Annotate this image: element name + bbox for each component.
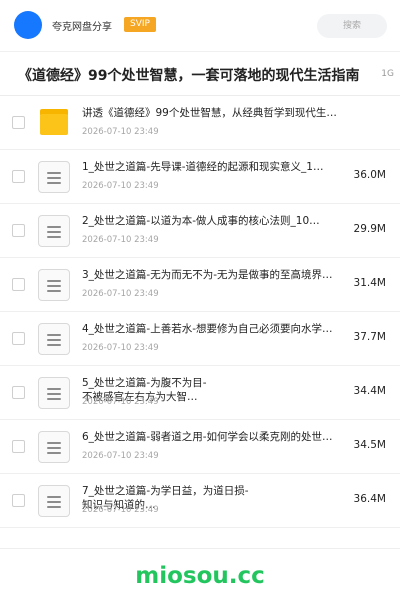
select-checkbox[interactable] <box>12 278 25 291</box>
file-date: 2026-07-10 23:49 <box>82 505 159 515</box>
document-icon <box>38 485 70 517</box>
file-size: 34.5M <box>353 439 386 451</box>
file-date: 2026-07-10 23:49 <box>82 235 159 245</box>
select-checkbox[interactable] <box>12 386 25 399</box>
watermark-text: miosou.cc <box>135 563 265 589</box>
file-row[interactable]: 7_处世之道篇-为学日益，为道日损- 知识与知道的… 2026-07-10 23:4… <box>0 474 400 528</box>
select-checkbox[interactable] <box>12 116 25 129</box>
file-row[interactable]: 3_处世之道篇-无为而无不为-无为是做事的至高境界… 2026-07-10 23:… <box>0 258 400 312</box>
select-checkbox[interactable] <box>12 224 25 237</box>
file-date: 2026-07-10 23:49 <box>82 397 159 407</box>
file-size: 37.7M <box>353 331 386 343</box>
file-name[interactable]: 4_处世之道篇-上善若水-想要修为自己必须要向水学… <box>82 322 344 336</box>
file-date: 2026-07-10 23:49 <box>82 181 159 191</box>
file-size: 36.0M <box>353 169 386 181</box>
file-name[interactable]: 1_处世之道篇-先导课-道德经的起源和现实意义_1… <box>82 160 344 174</box>
file-row[interactable]: 4_处世之道篇-上善若水-想要修为自己必须要向水学… 2026-07-10 23:… <box>0 312 400 366</box>
file-date: 2026-07-10 23:49 <box>82 343 159 353</box>
document-icon <box>38 377 70 409</box>
select-checkbox[interactable] <box>12 332 25 345</box>
file-size: 34.4M <box>353 385 386 397</box>
file-row[interactable]: 讲透《道德经》99个处世智慧，从经典哲学到现代生活… 2026-07-10 23:… <box>0 96 400 150</box>
file-list: 讲透《道德经》99个处世智慧，从经典哲学到现代生活… 2026-07-10 23:… <box>0 96 400 528</box>
file-name[interactable]: 2_处世之道篇-以道为本-做人成事的核心法则_10… <box>82 214 344 228</box>
page-title: 《道德经》99个处世智慧，一套可落地的现代生活指南 <box>18 68 360 84</box>
file-size: 31.4M <box>353 277 386 289</box>
folder-icon <box>40 109 68 135</box>
footer: miosou.cc <box>0 548 400 600</box>
file-date: 2026-07-10 23:49 <box>82 289 159 299</box>
file-date: 2026-07-10 23:49 <box>82 127 159 137</box>
select-checkbox[interactable] <box>12 170 25 183</box>
document-icon <box>38 161 70 193</box>
file-date: 2026-07-10 23:49 <box>82 451 159 461</box>
file-size: 29.9M <box>353 223 386 235</box>
document-icon <box>38 431 70 463</box>
total-size-label: 1G <box>381 69 394 79</box>
search-input[interactable]: 搜索 <box>317 14 387 38</box>
document-icon <box>38 215 70 247</box>
share-owner-name: 夸克网盘分享 <box>52 22 112 33</box>
file-name[interactable]: 讲透《道德经》99个处世智慧，从经典哲学到现代生活… <box>82 106 344 120</box>
document-icon <box>38 269 70 301</box>
file-row[interactable]: 2_处世之道篇-以道为本-做人成事的核心法则_10… 2026-07-10 23:… <box>0 204 400 258</box>
file-size: 36.4M <box>353 493 386 505</box>
header-bar: 夸克网盘分享 SVIP 搜索 <box>0 0 400 52</box>
file-name[interactable]: 3_处世之道篇-无为而无不为-无为是做事的至高境界… <box>82 268 344 282</box>
select-checkbox[interactable] <box>12 440 25 453</box>
title-bar: 《道德经》99个处世智慧，一套可落地的现代生活指南 1G <box>0 52 400 96</box>
file-name[interactable]: 6_处世之道篇-弱者道之用-如何学会以柔克刚的处世… <box>82 430 344 444</box>
select-checkbox[interactable] <box>12 494 25 507</box>
file-row[interactable]: 5_处世之道篇-为腹不为目- 不被感官左右方为大智… 2026-07-10 23:4… <box>0 366 400 420</box>
svip-badge: SVIP <box>124 17 156 32</box>
file-row[interactable]: 1_处世之道篇-先导课-道德经的起源和现实意义_1… 2026-07-10 23:… <box>0 150 400 204</box>
file-row[interactable]: 6_处世之道篇-弱者道之用-如何学会以柔克刚的处世… 2026-07-10 23:… <box>0 420 400 474</box>
avatar[interactable] <box>14 11 42 39</box>
document-icon <box>38 323 70 355</box>
